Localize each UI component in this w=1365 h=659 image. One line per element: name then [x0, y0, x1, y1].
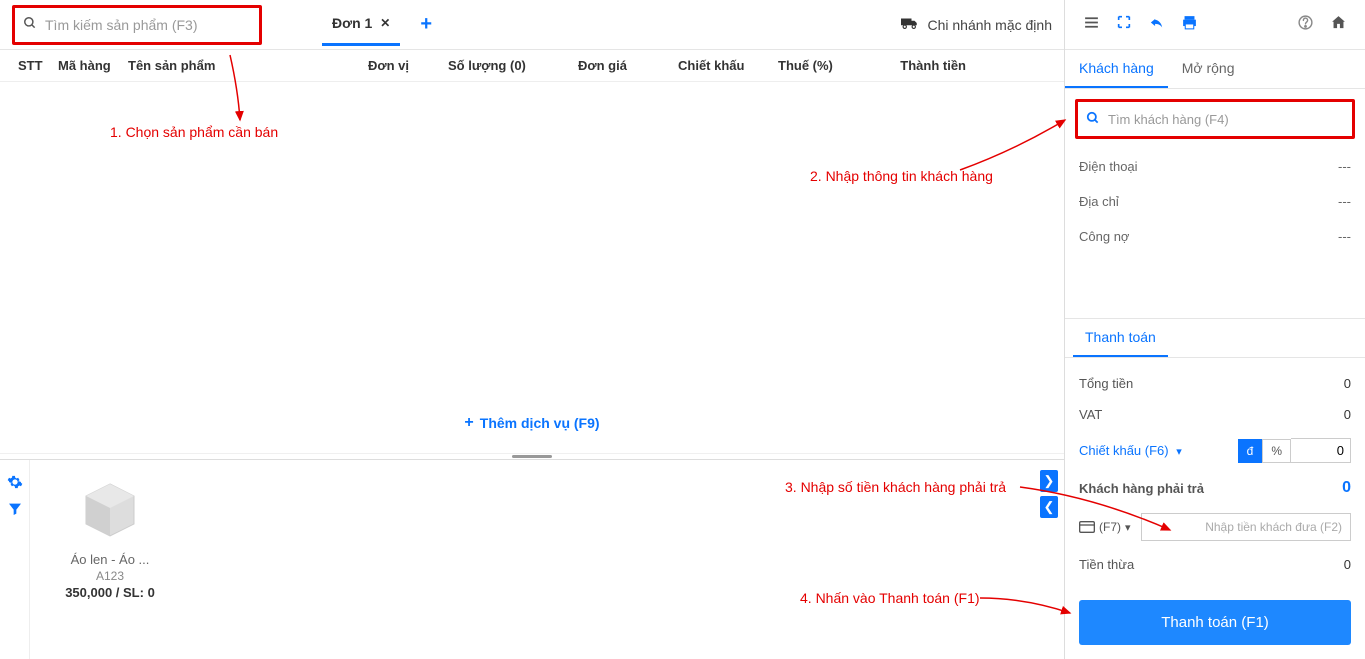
settings-icon[interactable] [0, 474, 29, 495]
col-ck: Chiết khấu [672, 58, 772, 73]
discount-currency-button[interactable]: đ [1238, 439, 1263, 463]
undo-icon[interactable] [1148, 14, 1165, 36]
customer-phone-row: Điện thoại --- [1079, 149, 1351, 184]
filter-icon[interactable] [0, 501, 29, 522]
product-image-placeholder [78, 478, 142, 542]
add-service-button[interactable]: + Thêm dịch vụ (F9) [464, 414, 599, 432]
product-code: A123 [60, 569, 160, 583]
debt-label: Công nợ [1079, 229, 1129, 244]
product-card[interactable]: Áo len - Áo ... A123 350,000 / SL: 0 [60, 478, 160, 600]
plus-icon: + [464, 414, 473, 432]
product-name: Áo len - Áo ... [60, 552, 160, 567]
col-tt: Thành tiền [862, 58, 972, 73]
products-next-icon[interactable]: ❯ [1040, 470, 1058, 492]
col-dv: Đơn vị [362, 58, 442, 73]
menu-icon[interactable] [1083, 14, 1100, 36]
branch-selector[interactable]: Chi nhánh mặc định [901, 16, 1052, 33]
phone-label: Điện thoại [1079, 159, 1138, 174]
branch-label: Chi nhánh mặc định [927, 17, 1052, 33]
add-service-label: Thêm dịch vụ (F9) [480, 415, 600, 431]
due-value: 0 [1342, 479, 1351, 497]
product-price: 350,000 / SL: 0 [60, 585, 160, 600]
discount-input[interactable] [1291, 438, 1351, 463]
customer-search-wrap[interactable] [1075, 99, 1355, 139]
total-label: Tổng tiền [1079, 376, 1133, 391]
help-icon[interactable] [1297, 14, 1314, 36]
close-tab-icon[interactable]: ✕ [380, 16, 390, 30]
search-icon [1086, 111, 1100, 128]
products-prev-icon[interactable]: ❮ [1040, 496, 1058, 518]
change-value: 0 [1344, 557, 1351, 572]
customer-debt-row: Công nợ --- [1079, 219, 1351, 254]
tab-payment[interactable]: Thanh toán [1073, 319, 1168, 357]
discount-row: Chiết khấu (F6) ▾ đ % [1079, 430, 1351, 471]
order-tab[interactable]: Đơn 1 ✕ [322, 3, 400, 46]
total-row: Tổng tiền 0 [1079, 368, 1351, 399]
discount-label[interactable]: Chiết khấu (F6) ▾ [1079, 443, 1182, 458]
vat-row: VAT 0 [1079, 399, 1351, 430]
total-value: 0 [1344, 376, 1351, 391]
col-stt: STT [12, 58, 52, 73]
col-ma: Mã hàng [52, 58, 122, 73]
due-label: Khách hàng phải trả [1079, 481, 1204, 496]
debt-value: --- [1338, 229, 1351, 244]
address-label: Địa chỉ [1079, 194, 1119, 209]
search-icon [23, 16, 37, 33]
print-icon[interactable] [1181, 14, 1198, 36]
chevron-down-icon: ▾ [1176, 446, 1182, 458]
change-label: Tiền thừa [1079, 557, 1134, 572]
truck-icon [901, 16, 919, 33]
home-icon[interactable] [1330, 14, 1347, 36]
tab-more[interactable]: Mở rộng [1168, 50, 1249, 88]
vat-label: VAT [1079, 407, 1102, 422]
phone-value: --- [1338, 159, 1351, 174]
tab-customer[interactable]: Khách hàng [1065, 50, 1168, 88]
product-search-wrap[interactable] [12, 5, 262, 45]
cash-received-input[interactable] [1141, 513, 1351, 541]
col-sl: Số lượng (0) [442, 58, 572, 73]
discount-percent-button[interactable]: % [1262, 439, 1291, 463]
payment-method-selector[interactable]: (F7) ▾ [1079, 520, 1131, 534]
customer-search-input[interactable] [1108, 112, 1344, 127]
vat-value: 0 [1344, 407, 1351, 422]
change-row: Tiền thừa 0 [1079, 549, 1351, 580]
col-dg: Đơn giá [572, 58, 672, 73]
amount-due-row: Khách hàng phải trả 0 [1079, 471, 1351, 505]
col-thue: Thuế (%) [772, 58, 862, 73]
chevron-down-icon: ▾ [1125, 521, 1131, 534]
product-search-input[interactable] [45, 17, 251, 33]
order-tab-label: Đơn 1 [332, 15, 372, 31]
order-items-body: + Thêm dịch vụ (F9) [0, 82, 1064, 453]
col-ten: Tên sản phẩm [122, 58, 362, 73]
fullscreen-icon[interactable] [1116, 14, 1132, 35]
customer-address-row: Địa chỉ --- [1079, 184, 1351, 219]
checkout-button[interactable]: Thanh toán (F1) [1079, 600, 1351, 645]
table-header: STT Mã hàng Tên sản phẩm Đơn vị Số lượng… [0, 50, 1064, 82]
add-tab-button[interactable]: + [420, 13, 432, 36]
address-value: --- [1338, 194, 1351, 209]
